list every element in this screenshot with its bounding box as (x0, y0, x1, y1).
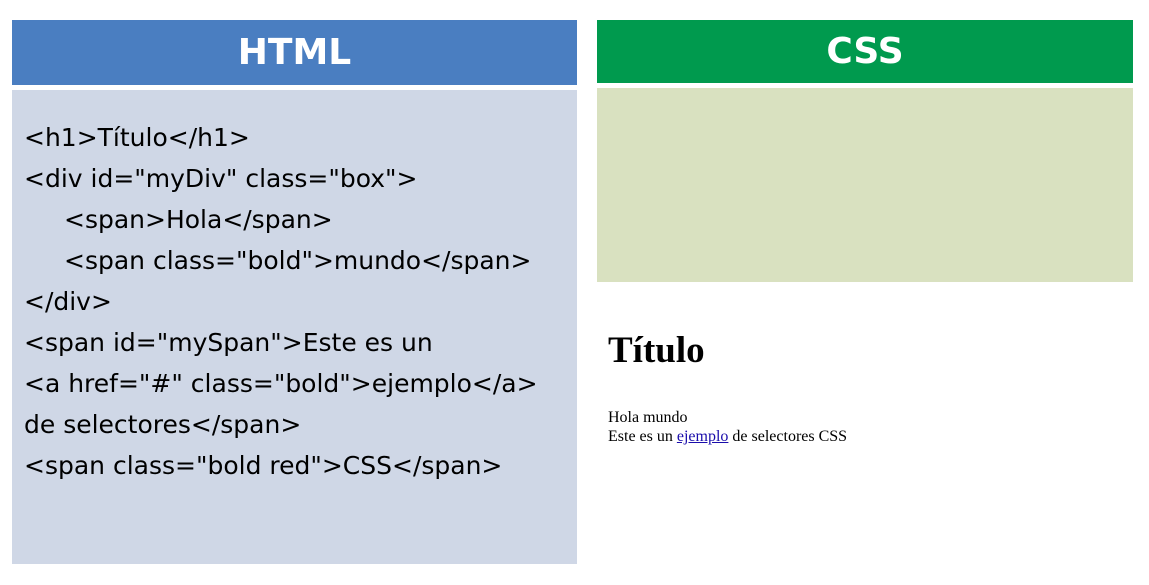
code-line: <div id="myDiv" class="box"> (24, 164, 418, 193)
code-line: <span class="bold">mundo</span> (64, 246, 532, 275)
code-line: <a href="#" class="bold">ejemplo</a> (24, 369, 538, 398)
html-code-panel: <h1>Título</h1> <div id="myDiv" class="b… (12, 90, 577, 564)
code-line: <h1>Título</h1> (24, 123, 250, 152)
code-line: <span class="bold red">CSS</span> (24, 451, 503, 480)
preview-line-hola-mundo: Hola mundo (608, 409, 688, 426)
rendered-preview: Título Hola mundo Este es un ejemplo de … (608, 325, 1128, 446)
preview-text-after-link: de selectores CSS (732, 428, 848, 445)
preview-link-ejemplo[interactable]: ejemplo (677, 428, 729, 445)
code-line: </div> (24, 287, 112, 316)
code-line: de selectores</span> (24, 410, 302, 439)
preview-title: Título (608, 330, 705, 371)
css-panel-header: CSS (597, 20, 1133, 83)
html-panel-header: HTML (12, 20, 577, 85)
code-line: <span id="mySpan">Este es un (24, 328, 433, 357)
code-line: <span>Hola</span> (64, 205, 333, 234)
css-code-panel (597, 88, 1133, 282)
preview-line-ejemplo: Este es un ejemplo de selectores CSS (608, 427, 1128, 446)
preview-text-before-link: Este es un (608, 428, 673, 445)
